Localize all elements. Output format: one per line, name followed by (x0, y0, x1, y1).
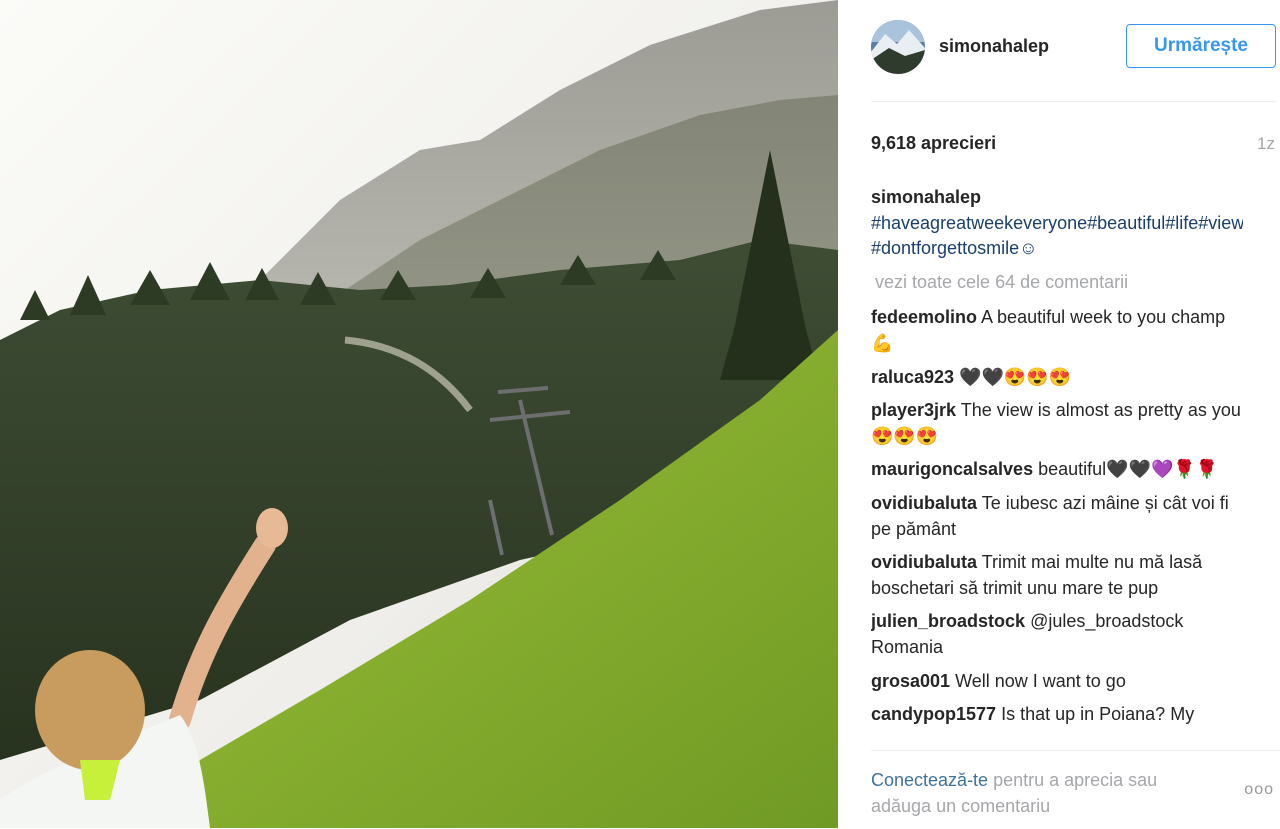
comment-item: fedeemolino A beautiful week to you cham… (871, 305, 1243, 356)
comment-username[interactable]: raluca923 (871, 367, 954, 387)
comment-username[interactable]: maurigoncalsalves (871, 459, 1033, 479)
header-divider (871, 101, 1276, 102)
comment-item: julien_broadstock @jules_broadstock Roma… (871, 609, 1243, 660)
post-photo (0, 0, 838, 828)
comments-list: simonahalep #haveagreatweekeveryone#beau… (871, 185, 1243, 740)
caption-text[interactable]: #haveagreatweekeveryone#beautiful#life#v… (871, 213, 1243, 259)
comment-username[interactable]: ovidiubaluta (871, 552, 977, 572)
likes-count[interactable]: 9,618 aprecieri (871, 133, 996, 154)
follow-button[interactable]: Urmărește (1126, 24, 1276, 68)
comment-username[interactable]: grosa001 (871, 671, 950, 691)
comment-username[interactable]: ovidiubaluta (871, 493, 977, 513)
more-options-icon[interactable]: ooo (1244, 781, 1274, 799)
comment-item: player3jrk The view is almost as pretty … (871, 398, 1243, 449)
comment-item: candypop1577 Is that up in Poiana? My (871, 702, 1243, 728)
avatar[interactable] (871, 20, 925, 74)
post-age[interactable]: 1z (1257, 134, 1275, 154)
comment-item: raluca923 🖤🖤😍😍😍 (871, 365, 1243, 391)
comment-item: ovidiubaluta Trimit mai multe nu mă lasă… (871, 550, 1243, 601)
post-header: simonahalep Urmărește (871, 20, 1276, 76)
post-footer: Conectează-te pentru a aprecia sau adăug… (871, 750, 1280, 829)
comment-text: beautiful🖤🖤💜🌹🌹 (1038, 459, 1219, 480)
comment-username[interactable]: fedeemolino (871, 307, 977, 327)
login-link[interactable]: Conectează-te (871, 770, 988, 790)
caption-username[interactable]: simonahalep (871, 187, 981, 207)
comment-username[interactable]: candypop1577 (871, 704, 996, 724)
comment-text: 🖤🖤😍😍😍 (959, 366, 1072, 387)
view-all-comments-link[interactable]: vezi toate cele 64 de comentarii (875, 270, 1243, 296)
comment-text: Well now I want to go (955, 670, 1126, 691)
caption: simonahalep #haveagreatweekeveryone#beau… (871, 185, 1243, 262)
comment-username[interactable]: player3jrk (871, 400, 956, 420)
avatar-image (871, 20, 925, 74)
login-prompt: Conectează-te pentru a aprecia sau adăug… (871, 767, 1211, 819)
post-username[interactable]: simonahalep (939, 36, 1049, 57)
post-side-panel: simonahalep Urmărește 9,618 aprecieri 1z… (838, 0, 1280, 828)
comment-text: Is that up in Poiana? My (1001, 704, 1195, 725)
comment-item: ovidiubaluta Te iubesc azi mâine și cât … (871, 491, 1243, 542)
comment-item: grosa001 Well now I want to go (871, 669, 1243, 695)
comment-username[interactable]: julien_broadstock (871, 611, 1025, 631)
comment-item: maurigoncalsalves beautiful🖤🖤💜🌹🌹 (871, 457, 1243, 483)
